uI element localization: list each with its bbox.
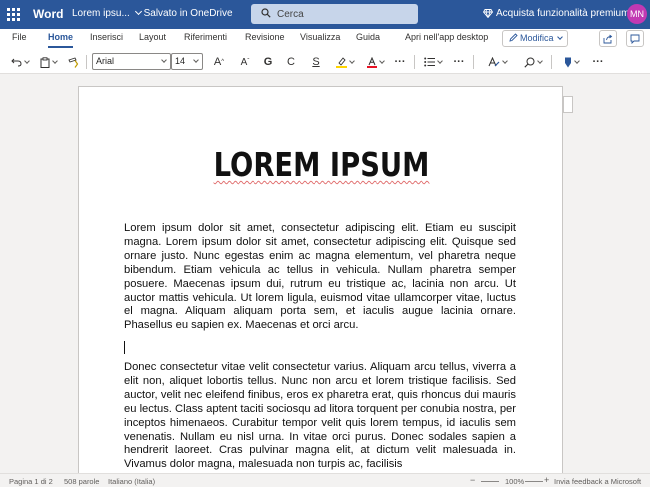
grow-font-button[interactable]: A ^ [211, 54, 227, 70]
paste-button[interactable] [37, 54, 59, 70]
highlighter-icon [336, 56, 347, 68]
bold-button[interactable]: G [261, 54, 275, 70]
paragraph-2[interactable]: Donec consectetur vitae velit consectetu… [124, 361, 516, 472]
ribbon-toolbar: Arial 14 A ^ Aˇ G C S ··· ··· ··· [0, 50, 650, 74]
share-button[interactable] [599, 30, 617, 47]
zoom-slider-track[interactable] [525, 481, 543, 482]
title-bar: Word Lorem ipsu... Salvato in OneDrive A… [0, 0, 650, 29]
document-title[interactable]: Lorem ipsu... Salvato in OneDrive [72, 7, 233, 19]
tab-view[interactable]: Visualizza [300, 32, 340, 42]
font-color-icon [366, 56, 377, 68]
search-icon [261, 8, 271, 18]
comment-icon [630, 34, 640, 44]
font-color-button[interactable] [363, 54, 387, 70]
zoom-in-button[interactable]: + [544, 475, 549, 485]
tab-references[interactable]: Riferimenti [184, 32, 227, 42]
search-input[interactable] [277, 6, 407, 22]
font-size-value: 14 [175, 56, 186, 66]
find-button[interactable] [521, 54, 545, 70]
premium-label: Acquista funzionalità premium [496, 8, 630, 19]
share-icon [603, 34, 613, 44]
grow-font-label: A [213, 56, 222, 68]
undo-button[interactable] [9, 54, 31, 70]
toolbar-divider [86, 55, 87, 69]
more-paragraph-button[interactable]: ··· [451, 54, 467, 70]
ribbon-tabs: File Home Inserisci Layout Riferimenti R… [0, 29, 650, 50]
page-count[interactable]: Pagina 1 di 2 [9, 477, 53, 486]
heading-text: LOREM IPSUM [213, 145, 430, 184]
shrink-font-button[interactable]: Aˇ [237, 54, 253, 70]
undo-icon [11, 58, 22, 67]
tab-insert[interactable]: Inserisci [90, 32, 123, 42]
sensitivity-icon [564, 57, 571, 67]
paragraph-1[interactable]: Lorem ipsum dolor sit amet, consectetur … [124, 222, 516, 333]
font-name-select[interactable]: Arial [92, 53, 171, 70]
clipboard-icon [40, 56, 49, 68]
styles-icon [488, 56, 499, 66]
user-avatar[interactable]: MN [627, 4, 647, 24]
bullets-icon [424, 57, 435, 67]
tab-home[interactable]: Home [48, 32, 74, 48]
status-bar: Pagina 1 di 2 508 parole Italiano (Itali… [0, 473, 650, 487]
toolbar-divider [414, 55, 415, 69]
font-name-value: Arial [96, 56, 115, 66]
document-name: Lorem ipsu... [72, 8, 130, 19]
font-size-select[interactable]: 14 [171, 53, 203, 70]
zoom-level[interactable]: 100% [505, 477, 524, 486]
diamond-icon [482, 9, 494, 19]
search-box[interactable] [251, 4, 418, 24]
chevron-down-icon [134, 7, 142, 16]
find-icon [524, 57, 535, 68]
text-cursor [124, 341, 125, 354]
shrink-font-label: A [240, 56, 248, 68]
format-painter-button[interactable] [66, 54, 82, 70]
toolbar-divider [551, 55, 552, 69]
tab-file[interactable]: File [12, 32, 27, 42]
app-launcher-icon[interactable] [7, 8, 20, 21]
zoom-out-button[interactable]: − [470, 475, 475, 485]
more-options-button[interactable]: ··· [590, 54, 606, 70]
app-name[interactable]: Word [33, 7, 63, 21]
tab-help[interactable]: Guida [356, 32, 380, 42]
document-canvas[interactable]: LOREM IPSUM Lorem ipsum dolor sit amet, … [0, 75, 650, 473]
italic-button[interactable]: C [284, 54, 298, 70]
zoom-slider-track[interactable] [481, 481, 499, 482]
document-page[interactable]: LOREM IPSUM Lorem ipsum dolor sit amet, … [78, 86, 563, 473]
save-status: Salvato in OneDrive [143, 8, 233, 19]
bullets-button[interactable] [422, 54, 444, 70]
pencil-icon [509, 33, 518, 42]
chevron-down-icon [556, 34, 563, 40]
comments-button[interactable] [626, 30, 644, 47]
styles-button[interactable] [485, 54, 509, 70]
premium-link[interactable]: Acquista funzionalità premium [482, 8, 630, 19]
tab-review[interactable]: Revisione [245, 32, 285, 42]
feedback-link[interactable]: Invia feedback a Microsoft [554, 477, 641, 486]
editing-mode-label: Modifica [520, 33, 554, 43]
sensitivity-button[interactable] [560, 54, 582, 70]
tab-layout[interactable]: Layout [139, 32, 166, 42]
open-desktop-app-link[interactable]: Apri nell'app desktop [405, 32, 488, 42]
highlight-button[interactable] [333, 54, 357, 70]
document-heading[interactable]: LOREM IPSUM [120, 145, 523, 184]
page-side-marker [563, 96, 573, 113]
language-indicator[interactable]: Italiano (Italia) [108, 477, 155, 486]
format-painter-icon [68, 56, 79, 68]
word-count[interactable]: 508 parole [64, 477, 99, 486]
editing-mode-button[interactable]: Modifica [502, 30, 568, 47]
toolbar-divider [473, 55, 474, 69]
more-formatting-button[interactable]: ··· [392, 54, 408, 70]
underline-button[interactable]: S [309, 54, 323, 70]
